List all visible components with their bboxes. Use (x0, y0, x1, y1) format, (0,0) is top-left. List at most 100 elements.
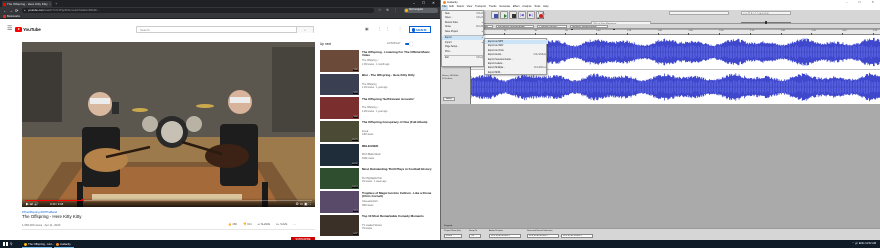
track-select-button[interactable]: Select (443, 97, 455, 101)
export-menu-item[interactable]: Export Selected Audio... (485, 58, 548, 62)
file-menu-item[interactable]: Exit Ctrl+Q (442, 56, 485, 60)
recommendation-title[interactable]: The Offspring 'Self Esteem Acoustic' (362, 97, 432, 102)
file-menu-item[interactable]: Save Project ▸ (442, 30, 485, 34)
progress-bar[interactable] (25, 198, 312, 202)
search-icon[interactable]: ⚲ (10, 242, 13, 247)
menu-icon[interactable]: ☰ (7, 26, 12, 32)
recommendation-title[interactable]: The Offspring - Listening For The Offici… (362, 50, 432, 58)
export-menu-item[interactable]: Export Audio... Ctrl+Shift+E (485, 53, 548, 57)
more-button[interactable]: ⋯ (293, 222, 296, 226)
video-thumbnail[interactable]: 45:23 (320, 120, 359, 142)
file-menu-item[interactable]: Close Ctrl+W (442, 25, 485, 29)
system-tray[interactable]: ⌃ 🔊 ENG 11:52 AM (852, 240, 876, 248)
selection-end-field[interactable]: 00 h 03 m 18.000 s (561, 234, 593, 238)
video-thumbnail[interactable]: 3:58 (320, 50, 359, 72)
stop-button[interactable] (509, 11, 517, 19)
play-at-speed-slider[interactable] (741, 20, 791, 24)
recommendation-item[interactable]: 40:02 RELEASED Pitch Black Music 543K views (320, 144, 432, 166)
export-menu-item[interactable]: Export as MP3 (485, 40, 548, 44)
export-menu-item[interactable]: Export as OGG (485, 49, 548, 53)
video-player[interactable]: ▶ ⏭ 🔊 0:40 / 3:18 ⚙ ▭ ▣ ⛶ (22, 42, 315, 207)
mic-select[interactable]: Microphone (Realtek Audio) (496, 24, 534, 29)
edit-toolbar[interactable]: ✂ ⎘ 📋 ⫼ ⫽ ↶ ↷ ⊕ ⊖ ⊡ ⊞ (741, 11, 791, 16)
start-button[interactable] (3, 241, 8, 247)
skip-to-end-button[interactable] (527, 11, 535, 19)
timeline-ruler[interactable]: 01530451:001:151:301:452:002:152:302:453… (471, 29, 880, 35)
skip-to-start-button[interactable] (518, 11, 526, 19)
playback-meter[interactable] (669, 11, 729, 16)
zoom-tool-icon[interactable]: ⊕ (536, 16, 540, 20)
recommendation-item[interactable]: 6:57 Top 10 Most Remarkable Comedy Moment… (320, 214, 432, 237)
video-thumbnail[interactable]: 40:02 (320, 144, 359, 166)
recommendation-item[interactable]: 10:14 Most Outstanding Thrill Plays in Fo… (320, 167, 432, 190)
extension-icons[interactable]: ☆ ⊕ ⋮ (378, 7, 400, 14)
empty-track-area[interactable] (441, 104, 880, 226)
channels-select[interactable]: 2 (Stereo) Record... (537, 24, 567, 29)
play-button[interactable] (500, 11, 508, 19)
selection-start-field[interactable]: 00 h 00 m 00.000 s (527, 234, 559, 238)
share-button[interactable]: ➦ SHARE (258, 222, 271, 226)
file-menu-item[interactable]: Recent Files ▸ (442, 21, 485, 25)
recommendation-title[interactable]: RELEASED (362, 144, 432, 149)
file-menu-item[interactable]: Print... (442, 50, 485, 54)
ruler-tick: 2:30 (780, 29, 785, 35)
snap-to-select[interactable]: Off (469, 234, 481, 238)
project-rate-select[interactable]: 44100 (444, 234, 462, 238)
taskbar-audacity[interactable]: Audacity (54, 240, 74, 248)
bookmark-icon (3, 15, 6, 18)
recommendation-title[interactable]: Most Outstanding Thrill Plays in Footbal… (362, 167, 432, 172)
scrubber-handle[interactable] (81, 198, 84, 202)
window-controls[interactable]: – ☐ ✕ (413, 0, 438, 7)
pause-button[interactable] (491, 11, 499, 19)
video-thumbnail[interactable]: 3:56 (320, 97, 359, 119)
video-thumbnail[interactable]: 3:14 (320, 191, 359, 213)
reload-button[interactable]: ⟳ (15, 7, 18, 14)
video-thumbnail[interactable]: 10:14 (320, 167, 359, 189)
play-controls[interactable]: ▶ ⏭ 🔊 (26, 202, 38, 207)
recommendation-title[interactable]: Trophies of Magic Ian Into Celtism - Lik… (362, 191, 432, 199)
file-menu-item[interactable]: New Ctrl+N (442, 12, 485, 16)
search-input[interactable]: Search (140, 27, 150, 33)
export-menu-item[interactable]: Export as WAV (485, 44, 548, 48)
file-menu-item[interactable]: Import ▸ (442, 41, 485, 45)
recommendation-title[interactable]: The Offspring Conspiracy of One (Full Al… (362, 120, 432, 125)
recommendation-item[interactable]: 3:18 Blur - The Offspring - Here Kitty Ki… (320, 73, 432, 96)
search-button[interactable]: ⌕ (296, 27, 313, 34)
file-menu-item[interactable]: Export ▸ (442, 36, 485, 40)
header-icons[interactable]: ▣ ⋮⋮ ⋮ (365, 27, 406, 32)
save-button[interactable]: ≡+ SAVE (276, 222, 287, 226)
video-actions: 👍 46K 👎 611 ➦ SHARE ≡+ SAVE ⋯ (228, 222, 301, 226)
selection-tool-icon[interactable]: I (536, 11, 540, 15)
autoplay-toggle[interactable] (405, 41, 413, 46)
speaker-select[interactable]: Speakers (Realtek Audio) (570, 24, 608, 29)
back-button[interactable]: ← (3, 7, 7, 14)
export-menu-item[interactable]: Export Labels... (485, 62, 548, 66)
dislike-button[interactable]: 👎 611 (243, 222, 252, 226)
profile-button[interactable]: Not Incognito (404, 8, 438, 13)
audio-position-field[interactable]: 00 h 00 m 00.000 s (489, 234, 521, 238)
menu-item-label: New (445, 12, 450, 15)
export-menu-item[interactable]: Export MIDI... (485, 71, 548, 75)
export-menu-item[interactable]: Export Multiple... Ctrl+Shift+L (485, 66, 548, 70)
player-right-controls[interactable]: ⚙ ▭ ▣ ⛶ (295, 202, 311, 207)
bookmark-item[interactable]: Bookmarks (3, 14, 20, 19)
recommendation-item[interactable]: 3:58 The Offspring - Listening For The Of… (320, 50, 432, 72)
taskbar-chrome[interactable]: The Offspring - Her... (22, 240, 54, 248)
recommendation-item[interactable]: 3:14 Trophies of Magic Ian Into Celtism -… (320, 191, 432, 213)
address-bar[interactable]: 🔒︎ youtube.com/watch?v=KJPgv6hbnmo&t=5s&… (22, 8, 374, 13)
video-thumbnail[interactable]: 6:57 (320, 214, 359, 236)
like-button[interactable]: 👍 46K (228, 222, 237, 226)
envelope-tool-icon[interactable]: ⋀ (541, 11, 545, 15)
recommendation-item[interactable]: 45:23 The Offspring Conspiracy of One (Fu… (320, 120, 432, 143)
recommendation-item[interactable]: 3:56 The Offspring 'Self Esteem Acoustic'… (320, 97, 432, 119)
file-menu-item[interactable]: Page Setup... (442, 45, 485, 49)
recommendation-title[interactable]: Top 10 Most Remarkable Comedy Moments (362, 214, 432, 219)
ruler-tick: 1:15 (626, 29, 632, 35)
forward-button[interactable]: → (9, 7, 13, 14)
draw-tool-icon[interactable]: ✎ (541, 16, 545, 20)
recommendation-title[interactable]: Blur - The Offspring - Here Kitty Kitty (362, 73, 432, 78)
video-thumbnail[interactable]: 3:18 (320, 73, 359, 95)
sign-in-button[interactable]: SIGN IN (409, 26, 431, 33)
search-box[interactable]: Search ⌕ (136, 26, 314, 34)
file-menu-item[interactable]: Open... Ctrl+O (442, 16, 485, 20)
